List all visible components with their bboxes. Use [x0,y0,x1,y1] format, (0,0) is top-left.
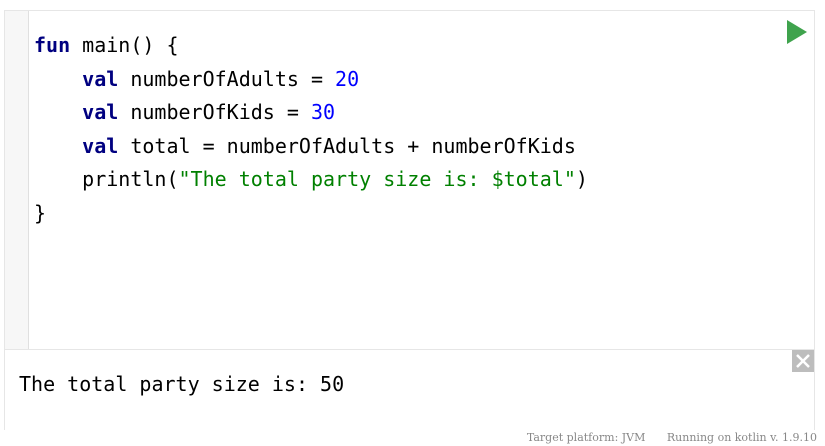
close-output-button[interactable] [792,350,814,372]
editor-gutter [5,11,29,349]
keyword: val [82,66,119,91]
keyword: val [82,133,119,158]
output-panel: The total party size is: 50 [5,349,814,430]
target-platform: Target platform: JVM [526,431,646,444]
code-text: } [34,200,47,225]
code-line-2: val numberOfAdults = 20 [34,67,359,91]
number-literal: 30 [310,100,336,125]
code-line-1: fun main() { [34,33,179,57]
code-text: numberOfAdults = [118,66,336,91]
footer-info: Target platform: JVM Running on kotlin v… [509,431,817,444]
code-line-4: val total = numberOfAdults + numberOfKid… [34,134,576,158]
close-icon [796,354,810,368]
code-line-6: } [34,201,46,225]
keyword: fun [34,33,71,57]
code-text: println( [82,167,179,192]
code-playground: fun main() { val numberOfAdults = 20 val… [4,10,815,430]
code-text: numberOfKids = [118,100,311,125]
code-line-3: val numberOfKids = 30 [34,100,335,124]
code-editor[interactable]: fun main() { val numberOfAdults = 20 val… [5,11,814,349]
code-text: main() { [70,33,179,57]
keyword: val [82,100,119,125]
kotlin-version: Running on kotlin v. 1.9.10 [666,431,817,444]
number-literal: 20 [335,66,360,91]
play-icon [787,20,807,44]
code-text: ) [575,167,588,192]
code-area[interactable]: fun main() { val numberOfAdults = 20 val… [34,29,588,231]
string-literal: "The total party size is: $total" [178,167,576,192]
run-button[interactable] [786,19,808,45]
code-line-5: println("The total party size is: $total… [34,167,588,191]
code-text: total = numberOfAdults + numberOfKids [118,133,576,158]
output-text: The total party size is: 50 [19,372,345,396]
